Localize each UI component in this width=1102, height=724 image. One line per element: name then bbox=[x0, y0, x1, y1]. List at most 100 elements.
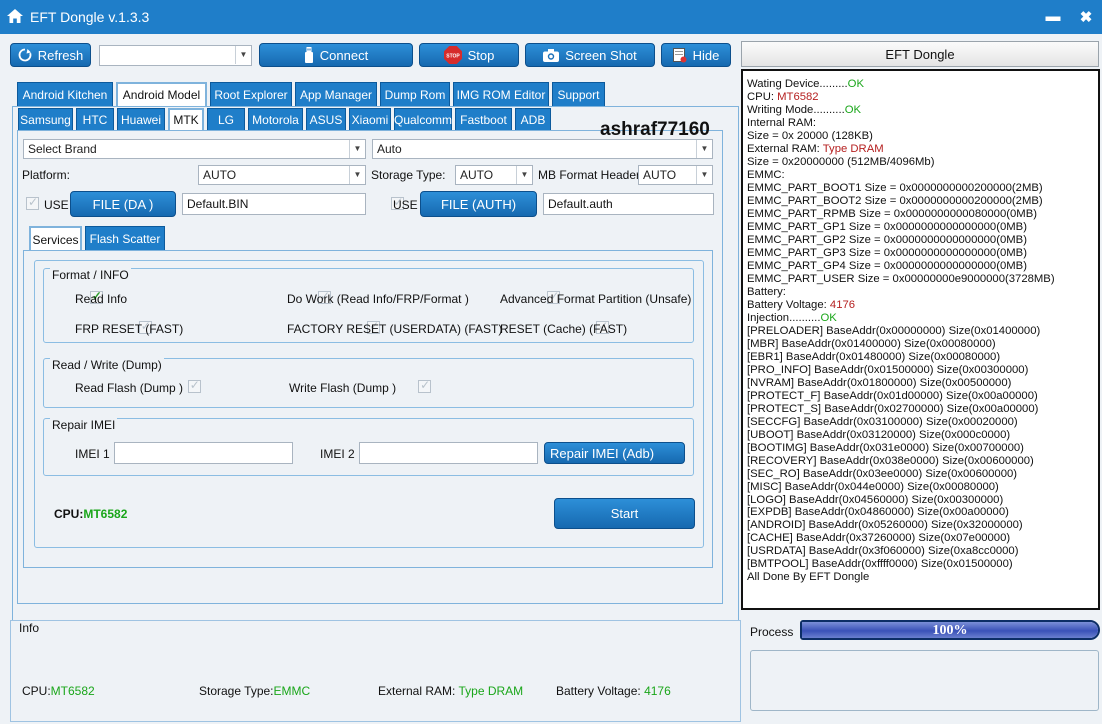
mb-format-value: AUTO bbox=[643, 168, 677, 182]
title-bar: EFT Dongle v.1.3.3 ▬ ✖ bbox=[0, 0, 1102, 34]
log-line: [BOOTIMG] BaseAddr(0x031e0000) Size(0x00… bbox=[747, 441, 1024, 454]
log-line: Battery Voltage: 4176 bbox=[747, 298, 856, 311]
hide-label: Hide bbox=[692, 47, 720, 63]
usb-dongle-icon bbox=[304, 47, 313, 63]
start-label: Start bbox=[610, 506, 639, 521]
tab-htc[interactable]: HTC bbox=[76, 108, 114, 130]
tab-dump-rom[interactable]: Dump Rom bbox=[380, 82, 450, 106]
connect-button[interactable]: Connect bbox=[259, 43, 413, 67]
tab-xiaomi[interactable]: Xiaomi bbox=[349, 108, 391, 130]
file-da-label: FILE (DA ) bbox=[92, 196, 154, 212]
storage-type-label: Storage Type: bbox=[371, 168, 446, 182]
stop-button[interactable]: STOP Stop bbox=[419, 43, 519, 67]
log-line: EMMC_PART_BOOT1 Size = 0x000000000020000… bbox=[747, 181, 1043, 194]
brand-tab-bar: Samsung HTC Huawei MTK LG Motorola ASUS … bbox=[18, 108, 551, 130]
write-flash-checkbox[interactable] bbox=[418, 378, 432, 393]
storage-type-value: AUTO bbox=[460, 168, 494, 182]
tab-fastboot[interactable]: Fastboot bbox=[455, 108, 512, 130]
mb-format-select[interactable]: AUTO ▼ bbox=[638, 165, 713, 185]
minimize-button[interactable]: ▬ bbox=[1043, 8, 1063, 25]
log-line: [SEC_RO] BaseAddr(0x03ee0000) Size(0x006… bbox=[747, 467, 1018, 480]
platform-select[interactable]: AUTO ▼ bbox=[198, 165, 366, 185]
info-title: Info bbox=[19, 621, 40, 635]
tab-services[interactable]: Services bbox=[29, 226, 82, 251]
reset-cache-label: RESET (Cache) (FAST) bbox=[500, 322, 628, 336]
model-select-value: Auto bbox=[377, 142, 402, 156]
da-file-field[interactable]: Default.BIN bbox=[182, 193, 366, 215]
log-line: [PROTECT_F] BaseAddr(0x01d00000) Size(0x… bbox=[747, 389, 1038, 402]
brand-select-value: Select Brand bbox=[28, 142, 97, 156]
log-line: [NVRAM] BaseAddr(0x01800000) Size(0x0050… bbox=[747, 376, 1012, 389]
use-da-label: USE bbox=[44, 198, 69, 212]
tab-flash-scatter[interactable]: Flash Scatter bbox=[85, 226, 165, 251]
use-da-checkbox[interactable] bbox=[26, 195, 39, 210]
chevron-down-icon: ▼ bbox=[696, 166, 712, 184]
tab-android-model[interactable]: Android Model bbox=[116, 82, 207, 106]
tab-app-manager[interactable]: App Manager bbox=[295, 82, 377, 106]
hide-button[interactable]: Hide bbox=[661, 43, 731, 67]
log-line: Battery: bbox=[747, 285, 786, 298]
log-line: [EXPDB] BaseAddr(0x04860000) Size(0x00a0… bbox=[747, 506, 1009, 519]
mb-format-label: MB Format Header bbox=[538, 168, 641, 182]
model-select[interactable]: Auto ▼ bbox=[372, 139, 713, 159]
log-line: [LOGO] BaseAddr(0x04560000) Size(0x00300… bbox=[747, 493, 1004, 506]
file-da-button[interactable]: FILE (DA ) bbox=[70, 191, 176, 217]
port-select[interactable]: ▼ bbox=[99, 45, 252, 66]
log-line: [ANDROID] BaseAddr(0x05260000) Size(0x32… bbox=[747, 519, 1023, 532]
eft-dongle-header[interactable]: EFT Dongle bbox=[741, 41, 1099, 67]
log-line: Writing Mode..........OK bbox=[747, 103, 862, 116]
write-flash-label: Write Flash (Dump ) bbox=[289, 381, 397, 395]
tab-img-rom-editor[interactable]: IMG ROM Editor bbox=[453, 82, 549, 106]
tab-lg[interactable]: LG bbox=[207, 108, 245, 130]
log-line: [SECCFG] BaseAddr(0x03100000) Size(0x000… bbox=[747, 415, 1018, 428]
tab-root-explorer[interactable]: Root Explorer bbox=[210, 82, 292, 106]
read-flash-checkbox[interactable] bbox=[187, 378, 201, 393]
read-write-title: Read / Write (Dump) bbox=[50, 358, 164, 372]
log-line: Wating Device.........OK bbox=[747, 78, 864, 90]
tab-qualcomm[interactable]: Qualcomm bbox=[394, 108, 452, 130]
start-button[interactable]: Start bbox=[554, 498, 695, 529]
repair-imei-button[interactable]: Repair IMEI (Adb) bbox=[544, 442, 685, 464]
log-line: EMMC_PART_USER Size = 0x00000000e9000000… bbox=[747, 272, 1055, 285]
tab-samsung[interactable]: Samsung bbox=[18, 108, 73, 130]
log-line: [USRDATA] BaseAddr(0x3f060000) Size(0xa8… bbox=[747, 545, 1019, 558]
read-flash-label: Read Flash (Dump ) bbox=[75, 381, 184, 395]
repair-imei-title: Repair IMEI bbox=[50, 418, 118, 432]
tab-support[interactable]: Support bbox=[552, 82, 605, 106]
format-info-title: Format / INFO bbox=[50, 268, 131, 282]
log-line: [PRELOADER] BaseAddr(0x00000000) Size(0x… bbox=[747, 324, 1041, 337]
imei2-field[interactable] bbox=[359, 442, 538, 464]
tab-adb[interactable]: ADB bbox=[515, 108, 551, 130]
repair-imei-label: Repair IMEI (Adb) bbox=[550, 445, 655, 461]
stop-label: Stop bbox=[467, 47, 495, 63]
main-tab-bar: Android Kitchen Android Model Root Explo… bbox=[17, 82, 605, 106]
frp-reset-label: FRP RESET (FAST) bbox=[75, 322, 184, 336]
file-auth-button[interactable]: FILE (AUTH) bbox=[420, 191, 537, 217]
tab-motorola[interactable]: Motorola bbox=[248, 108, 303, 130]
chevron-down-icon: ▼ bbox=[516, 166, 532, 184]
tab-android-kitchen[interactable]: Android Kitchen bbox=[17, 82, 113, 106]
log-line: [UBOOT] BaseAddr(0x03120000) Size(0x000c… bbox=[747, 428, 1011, 441]
log-line: [RECOVERY] BaseAddr(0x038e0000) Size(0x0… bbox=[747, 454, 1034, 467]
log-line: EMMC_PART_GP4 Size = 0x0000000000000000(… bbox=[747, 259, 1027, 272]
tab-huawei[interactable]: Huawei bbox=[117, 108, 165, 130]
imei1-label: IMEI 1 bbox=[75, 447, 110, 461]
advanced-format-label: Advanced Format Partition (Unsafe) bbox=[500, 292, 692, 306]
do-work-label: Do Work (Read Info/FRP/Format ) bbox=[287, 292, 469, 306]
home-icon bbox=[7, 9, 23, 23]
auth-file-field[interactable]: Default.auth bbox=[543, 193, 714, 215]
close-button[interactable]: ✖ bbox=[1076, 8, 1096, 26]
screenshot-button[interactable]: Screen Shot bbox=[525, 43, 655, 67]
tab-mtk[interactable]: MTK bbox=[168, 108, 204, 130]
log-line: Internal RAM: bbox=[747, 116, 817, 129]
storage-type-select[interactable]: AUTO ▼ bbox=[455, 165, 533, 185]
log-line: [CACHE] BaseAddr(0x37260000) Size(0x07e0… bbox=[747, 532, 1011, 545]
refresh-button[interactable]: Refresh bbox=[10, 43, 91, 67]
progress-bar: 100% bbox=[800, 620, 1100, 640]
tab-asus[interactable]: ASUS bbox=[306, 108, 346, 130]
brand-select[interactable]: Select Brand ▼ bbox=[23, 139, 366, 159]
watermark-text: ashraf77160 bbox=[600, 119, 710, 140]
imei1-field[interactable] bbox=[114, 442, 293, 464]
log-line: [BMTPOOL] BaseAddr(0xffff0000) Size(0x01… bbox=[747, 558, 1013, 571]
imei2-label: IMEI 2 bbox=[320, 447, 355, 461]
